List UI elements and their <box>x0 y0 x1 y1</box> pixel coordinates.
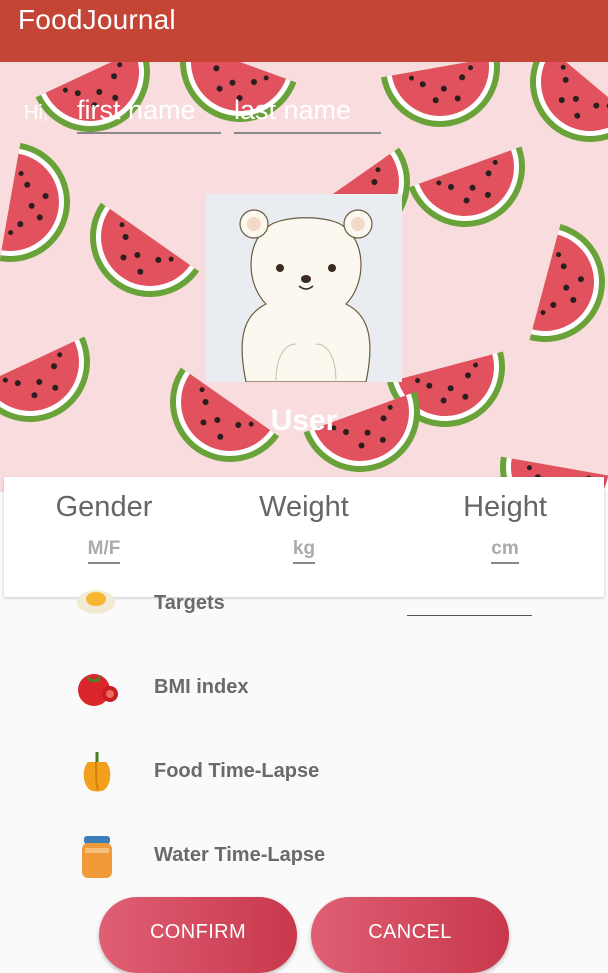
juice-jar-icon <box>82 836 112 878</box>
app-bar: FoodJournal <box>0 0 608 62</box>
stats-card: Gender M/F Weight kg Height cm <box>4 477 604 597</box>
height-input[interactable]: cm <box>491 538 519 564</box>
stat-label: Gender <box>55 491 153 523</box>
menu-label: BMI index <box>154 676 249 698</box>
polar-bear-icon <box>206 194 402 382</box>
first-name-input[interactable] <box>77 90 221 134</box>
stat-gender[interactable]: Gender M/F <box>4 477 204 564</box>
greeting-label: Hi, <box>24 102 49 124</box>
menu-label: Water Time-Lapse <box>154 844 326 866</box>
stat-label: Weight <box>259 491 349 523</box>
weight-input[interactable]: kg <box>292 538 316 564</box>
username-label: User <box>270 404 338 437</box>
stat-weight[interactable]: Weight kg <box>204 477 404 564</box>
stat-height[interactable]: Height cm <box>405 477 605 564</box>
menu-label: Food Time-Lapse <box>154 760 320 782</box>
egg-icon <box>77 590 115 614</box>
menu-item-food-timelapse[interactable]: Food Time-Lapse <box>0 736 608 806</box>
confirm-button-label: CONFIRM <box>149 920 247 943</box>
stat-label: Height <box>463 491 547 523</box>
profile-header: Hi, User <box>0 62 608 492</box>
menu-item-targets[interactable]: Targets <box>0 580 608 628</box>
cancel-button-label: CANCEL <box>368 920 452 943</box>
targets-input-line[interactable] <box>407 615 532 616</box>
menu-label: Targets <box>154 592 225 614</box>
menu-item-water-timelapse[interactable]: Water Time-Lapse <box>0 820 608 890</box>
avatar[interactable] <box>206 194 402 382</box>
app-title: FoodJournal <box>18 4 176 35</box>
last-name-input[interactable] <box>234 90 381 134</box>
confirm-button[interactable]: CONFIRM <box>99 897 297 973</box>
gender-input[interactable]: M/F <box>87 538 121 564</box>
cancel-button[interactable]: CANCEL <box>311 897 509 973</box>
pepper-icon <box>83 752 111 792</box>
menu-item-bmi[interactable]: BMI index <box>0 652 608 722</box>
tomato-icon <box>78 674 118 706</box>
